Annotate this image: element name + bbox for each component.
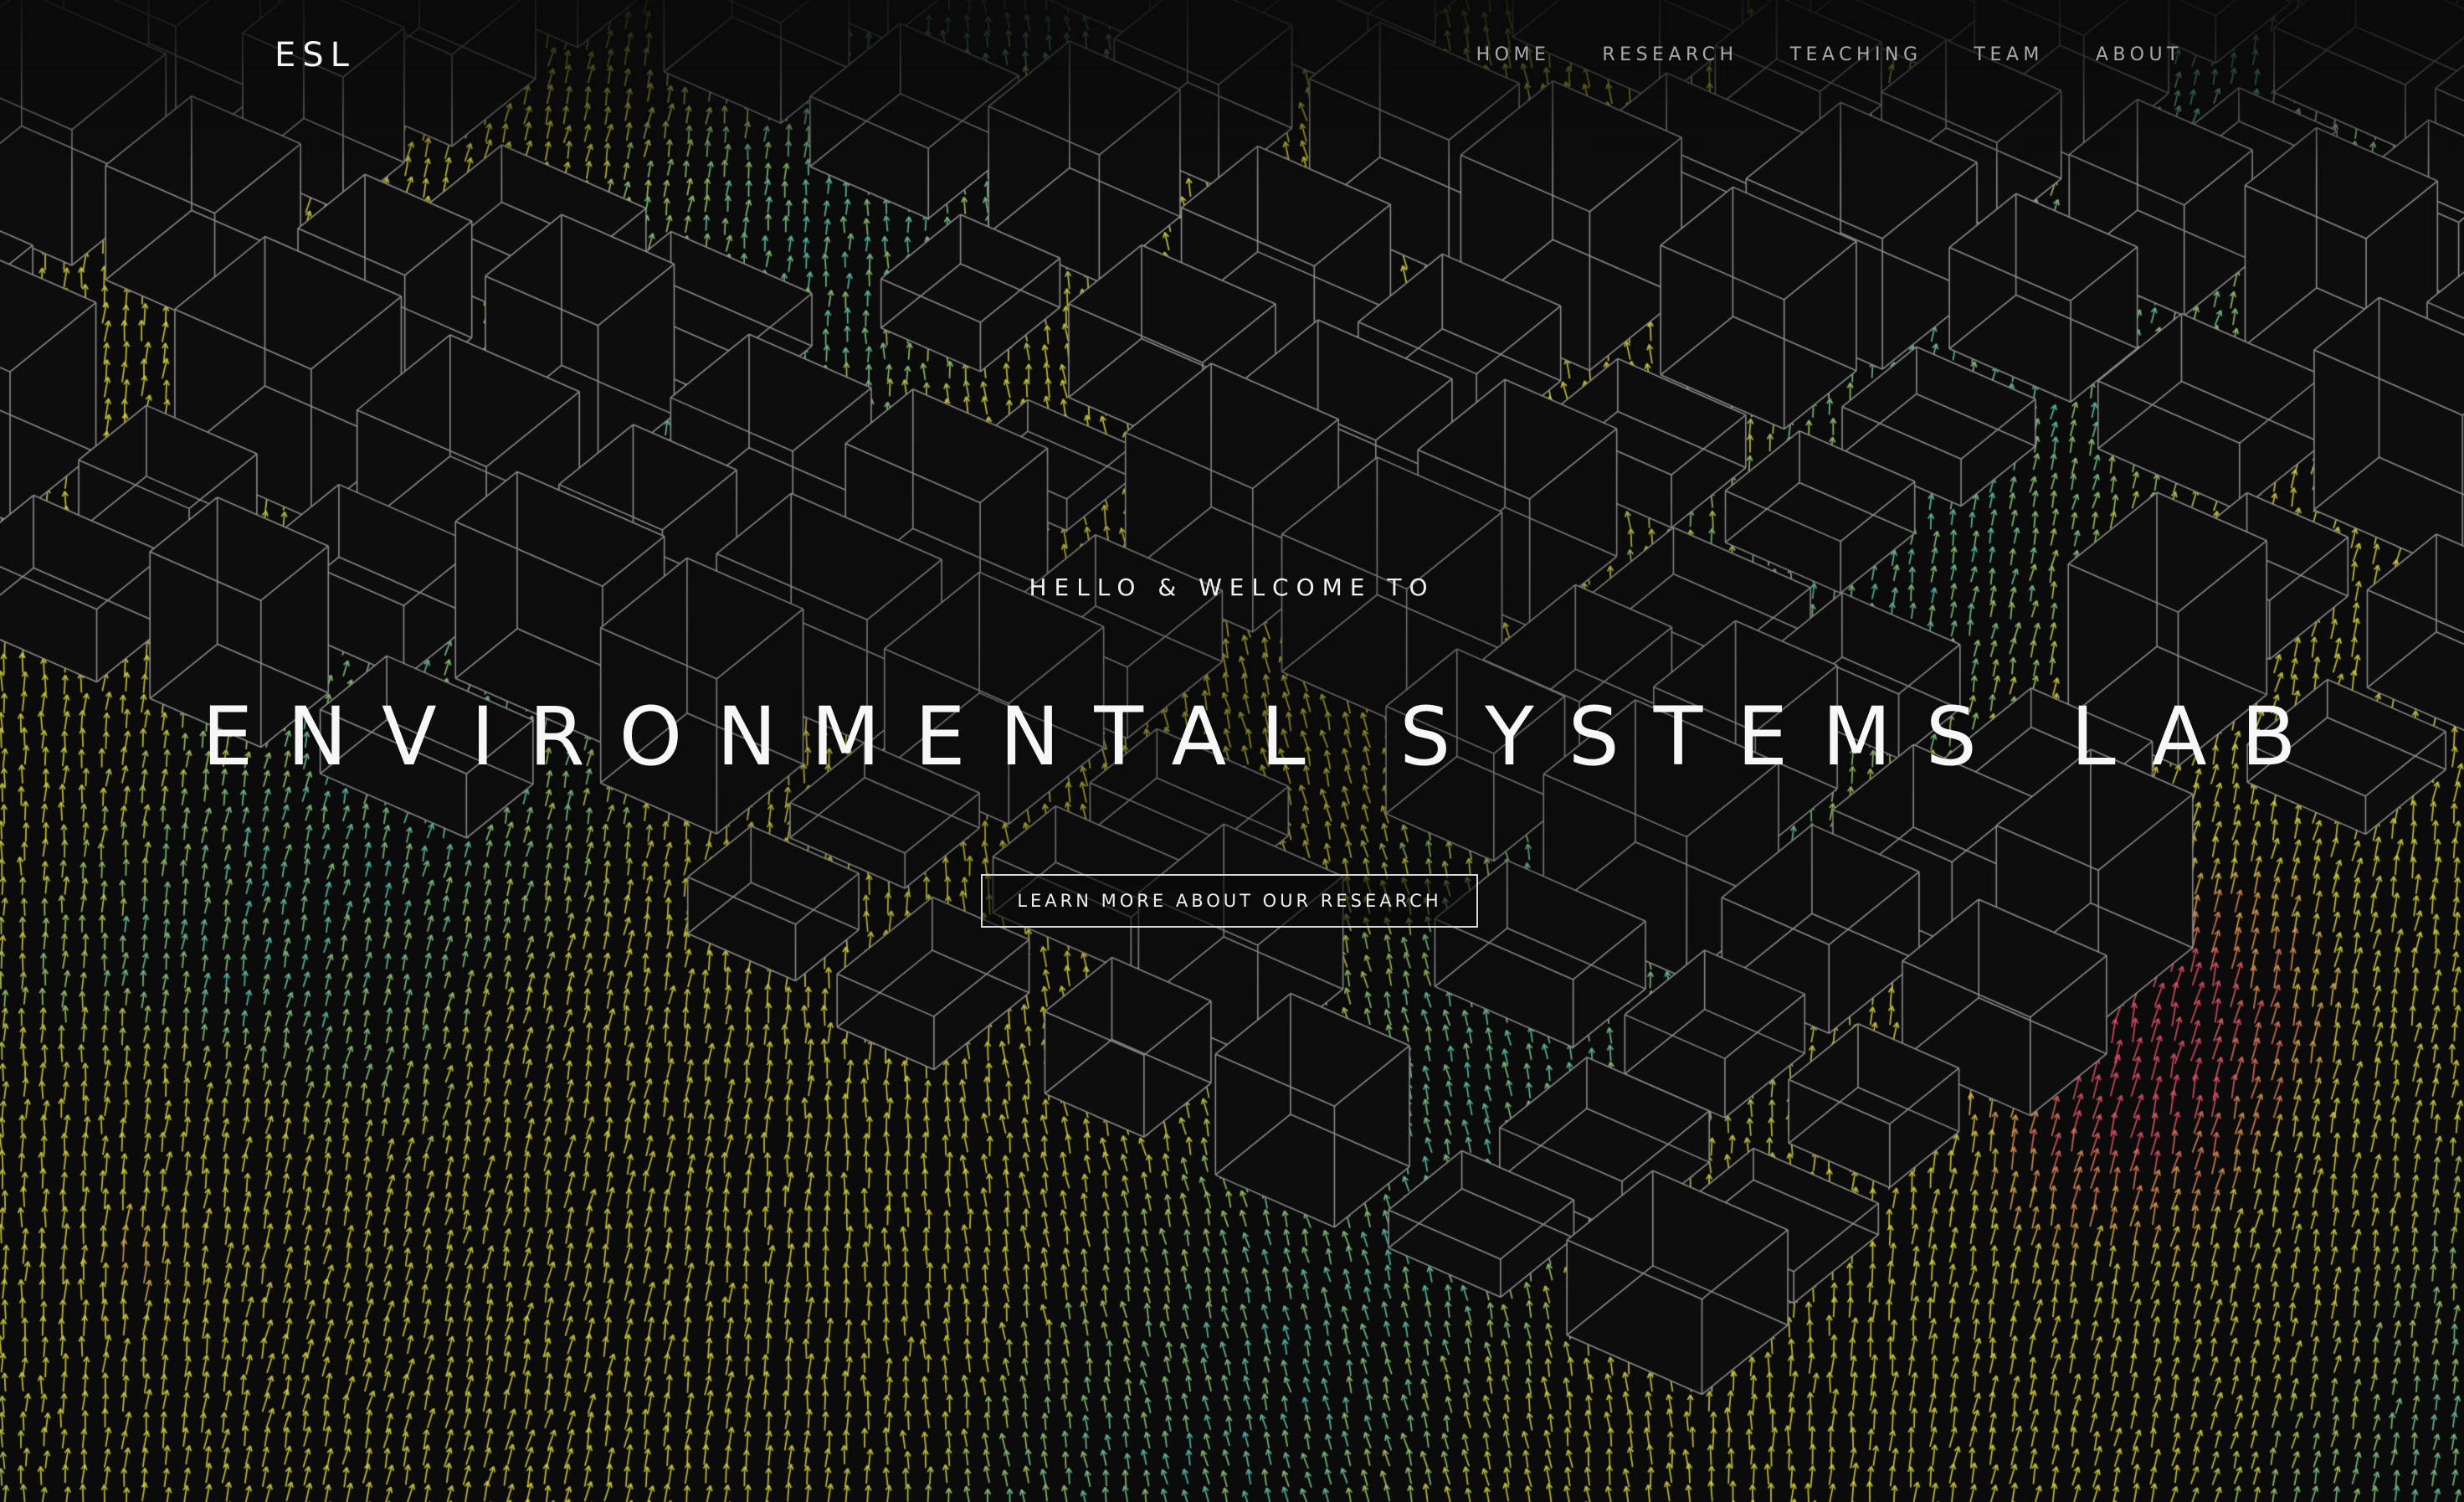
- nav-item-about[interactable]: ABOUT: [2096, 40, 2183, 70]
- nav-item-research[interactable]: RESEARCH: [1602, 40, 1738, 70]
- learn-more-button[interactable]: LEARN MORE ABOUT OUR RESEARCH: [981, 874, 1478, 928]
- hero-title: ENVIRONMENTAL SYSTEMS LAB: [202, 690, 2331, 784]
- nav-item-teaching[interactable]: TEACHING: [1790, 40, 1922, 70]
- nav-item-home[interactable]: HOME: [1476, 40, 1551, 70]
- hero-eyebrow: HELLO & WELCOME TO: [1029, 574, 1435, 601]
- nav-item-team[interactable]: TEAM: [1974, 40, 2044, 70]
- main-nav: HOME RESEARCH TEACHING TEAM ABOUT: [1424, 40, 2183, 70]
- site-logo[interactable]: ESL: [275, 32, 356, 79]
- hero-section: ESL HOME RESEARCH TEACHING TEAM ABOUT HE…: [0, 0, 2464, 1502]
